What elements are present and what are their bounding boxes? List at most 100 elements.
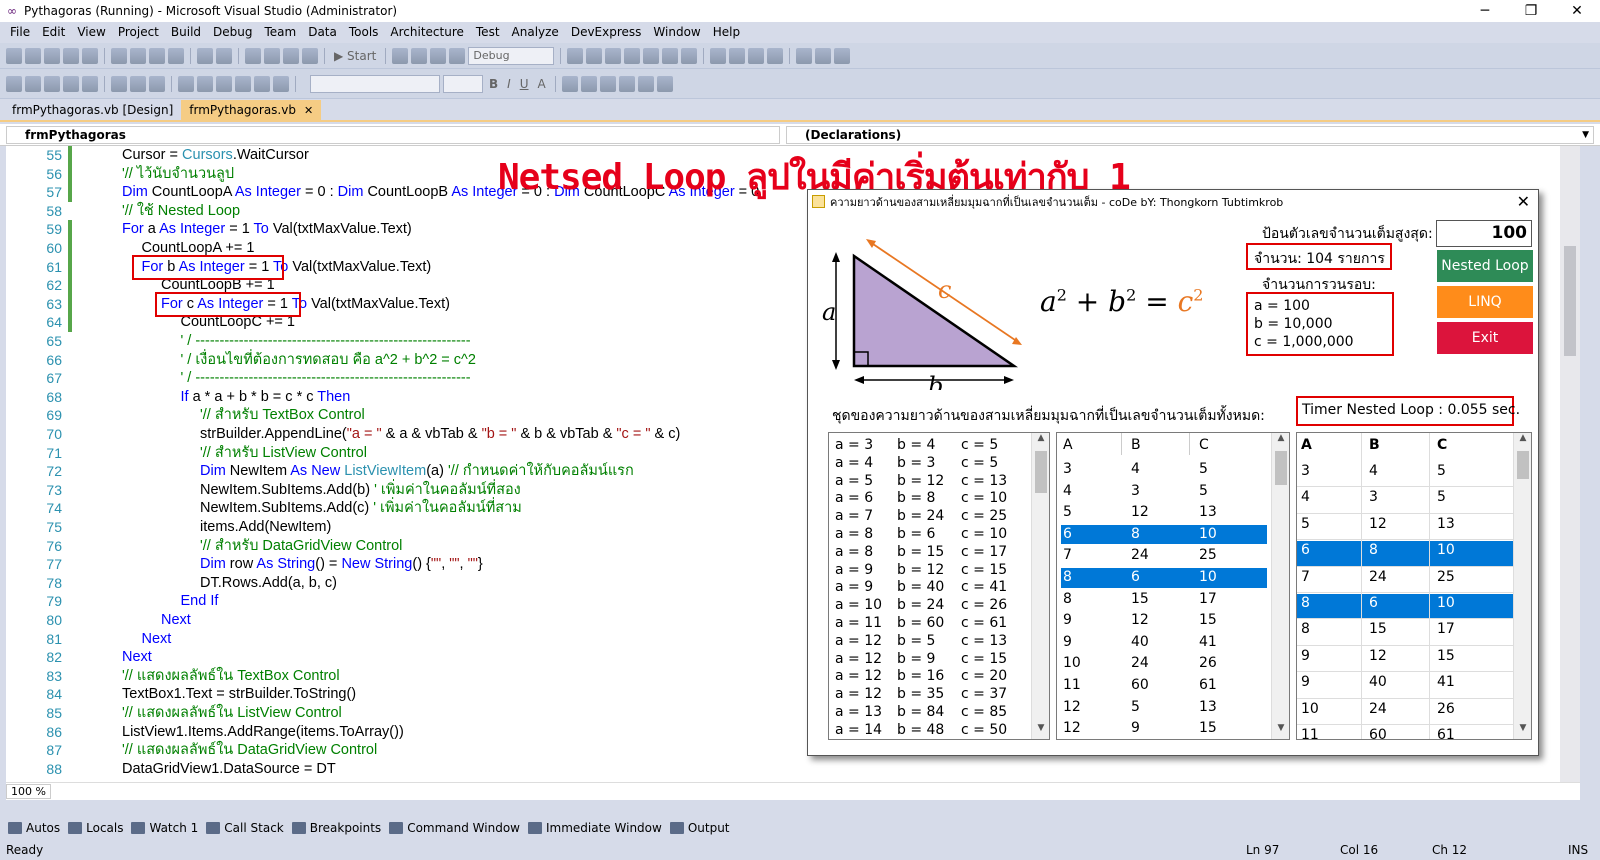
step-over-icon[interactable] (729, 47, 746, 64)
table-cell[interactable]: 8 (1301, 621, 1310, 637)
code-line[interactable]: For a As Integer = 1 To Val(txtMaxValue.… (122, 220, 412, 239)
layout-icon[interactable] (273, 75, 289, 92)
table-cell[interactable]: 10 (1301, 701, 1319, 717)
column-header[interactable]: B (1131, 437, 1141, 453)
align-text-center-icon[interactable] (580, 75, 597, 92)
step-out-icon[interactable] (748, 47, 765, 64)
team-explorer-icon[interactable] (662, 47, 679, 64)
table-cell[interactable]: 24 (1369, 701, 1387, 717)
table-cell[interactable]: 7 (1063, 547, 1072, 563)
table-cell[interactable]: 24 (1131, 547, 1149, 563)
scroll-down-icon[interactable]: ▼ (1514, 723, 1531, 739)
code-line[interactable]: '// แสดงผลลัพธ์ใน DataGridView Control (122, 741, 377, 760)
restart-icon[interactable] (449, 47, 466, 64)
restore-button[interactable]: ❐ (1508, 0, 1554, 22)
menu-item[interactable]: Project (112, 25, 165, 39)
cut-icon[interactable] (111, 47, 127, 64)
table-cell[interactable]: 9 (1131, 720, 1140, 736)
table-cell[interactable]: 5 (1301, 516, 1310, 532)
code-line[interactable]: DT.Rows.Add(a, b, c) (200, 574, 337, 593)
add-item-icon[interactable] (25, 47, 41, 64)
scroll-down-icon[interactable]: ▼ (1272, 723, 1289, 739)
textbox-scrollbar[interactable]: ▲ ▼ (1031, 433, 1049, 739)
table-cell[interactable]: 40 (1369, 674, 1387, 690)
menu-item[interactable]: Debug (207, 25, 258, 39)
code-line[interactable]: DataGridView1.DataSource = DT (122, 760, 336, 779)
tab-order-icon[interactable] (235, 75, 251, 92)
table-cell[interactable]: 5 (1199, 461, 1208, 477)
code-line[interactable]: '// สำหรับ TextBox Control (200, 406, 365, 425)
table-cell[interactable]: 10 (1063, 655, 1081, 671)
class-view-icon[interactable] (643, 47, 660, 64)
horizontal-spacing-icon[interactable] (111, 75, 127, 92)
table-cell[interactable]: 5 (1437, 489, 1446, 505)
code-line[interactable]: Next (142, 630, 172, 649)
column-header[interactable]: A (1301, 437, 1312, 453)
scroll-up-icon[interactable]: ▲ (1514, 433, 1531, 449)
table-cell[interactable]: 5 (1131, 699, 1140, 715)
code-line[interactable]: strBuilder.AppendLine("a = " & a & vbTab… (200, 425, 680, 444)
table-cell[interactable]: 12 (1131, 612, 1149, 628)
object-browser-icon[interactable] (605, 47, 622, 64)
table-cell[interactable]: 6 (1063, 526, 1072, 542)
make-same-size-icon[interactable] (82, 75, 98, 92)
table-cell[interactable]: 11 (1063, 677, 1081, 693)
bring-to-front-icon[interactable] (178, 75, 194, 92)
table-cell[interactable]: 60 (1131, 677, 1149, 693)
table-cell[interactable]: 9 (1063, 612, 1072, 628)
table-cell[interactable]: 41 (1437, 674, 1455, 690)
table-cell[interactable]: 9 (1301, 648, 1310, 664)
justify-icon[interactable] (618, 75, 635, 92)
table-cell[interactable]: 6 (1301, 542, 1310, 558)
code-line[interactable]: '// สำหรับ ListView Control (200, 444, 367, 463)
table-cell[interactable]: 10 (1199, 526, 1217, 542)
comment-icon[interactable] (197, 47, 213, 64)
code-line[interactable]: ' / ------------------------------------… (181, 332, 471, 351)
code-line[interactable]: Cursor = Cursors.WaitCursor (122, 146, 309, 165)
code-line[interactable]: TextBox1.Text = strBuilder.ToString() (122, 685, 356, 704)
table-cell[interactable]: 15 (1131, 591, 1149, 607)
table-cell[interactable]: 7 (1301, 569, 1310, 585)
code-line[interactable]: '// สำหรับ DataGridView Control (200, 537, 402, 556)
code-line[interactable]: items.Add(NewItem) (200, 518, 331, 537)
debug-tab[interactable]: Output (669, 821, 730, 835)
table-cell[interactable]: 15 (1199, 612, 1217, 628)
code-line[interactable]: End If (181, 592, 219, 611)
form-close-icon[interactable]: ✕ (1517, 192, 1530, 211)
menu-item[interactable]: Team (258, 25, 302, 39)
bullets-icon[interactable] (637, 75, 654, 92)
table-cell[interactable]: 12 (1369, 648, 1387, 664)
navigate-forward-icon[interactable] (302, 47, 318, 64)
scroll-down-icon[interactable]: ▼ (1032, 723, 1049, 739)
table-cell[interactable]: 9 (1063, 634, 1072, 650)
tools-icon[interactable] (815, 47, 832, 64)
send-to-back-icon[interactable] (197, 75, 213, 92)
table-cell[interactable]: 3 (1301, 463, 1310, 479)
max-value-input[interactable]: 100 (1436, 220, 1532, 247)
scroll-up-icon[interactable]: ▲ (1272, 433, 1289, 449)
debug-tab[interactable]: Locals (68, 821, 123, 835)
save-icon[interactable] (63, 47, 79, 64)
table-cell[interactable]: 8 (1301, 595, 1310, 611)
menu-item[interactable]: Window (647, 25, 706, 39)
table-cell[interactable]: 12 (1131, 504, 1149, 520)
scroll-up-icon[interactable]: ▲ (1032, 433, 1049, 449)
code-line[interactable]: If a * a + b * b = c * c Then (181, 388, 351, 407)
start-button[interactable]: ▶ Start (331, 49, 379, 63)
close-button[interactable]: ✕ (1554, 0, 1600, 22)
member-dropdown[interactable]: (Declarations) ▼ (786, 126, 1594, 144)
lock-controls-icon[interactable] (216, 75, 232, 92)
font-size-select[interactable] (443, 74, 483, 93)
align-tops-icon[interactable] (63, 75, 79, 92)
code-line[interactable]: Next (161, 611, 191, 630)
code-line[interactable]: '// แสดงผลลัพธ์ใน TextBox Control (122, 667, 340, 686)
table-cell[interactable]: 26 (1437, 701, 1455, 717)
menu-item[interactable]: Build (165, 25, 207, 39)
table-cell[interactable]: 5 (1199, 483, 1208, 499)
redo-icon[interactable] (264, 47, 280, 64)
table-cell[interactable]: 8 (1369, 542, 1378, 558)
find-icon[interactable] (796, 47, 813, 64)
navigate-back-icon[interactable] (283, 47, 299, 64)
menu-item[interactable]: Help (707, 25, 746, 39)
table-cell[interactable]: 4 (1131, 461, 1140, 477)
